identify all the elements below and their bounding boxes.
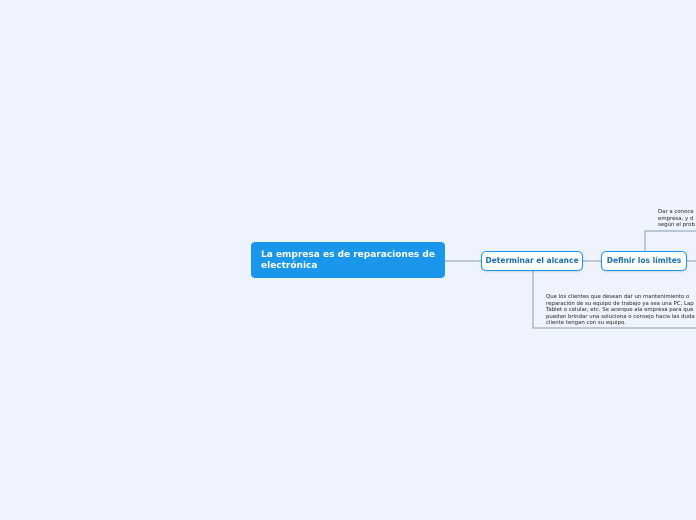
note-limites-description[interactable]: Dar a conoce empresa, y d según el prob <box>658 209 696 229</box>
topic-determinar-alcance[interactable]: Determinar el alcance <box>481 251 583 271</box>
note-alcance-description[interactable]: Que los clientes que desean dar un mante… <box>546 294 696 327</box>
topic-definir-limites-label: Definir los límites <box>606 256 682 265</box>
root-topic[interactable]: La empresa es de reparaciones de electró… <box>251 242 445 278</box>
mind-map-canvas: La empresa es de reparaciones de electró… <box>0 0 696 520</box>
topic-determinar-alcance-label: Determinar el alcance <box>485 256 579 265</box>
connector-limites-note <box>644 230 696 251</box>
topic-definir-limites[interactable]: Definir los límites <box>601 251 687 271</box>
root-topic-label: La empresa es de reparaciones de electró… <box>261 250 435 271</box>
